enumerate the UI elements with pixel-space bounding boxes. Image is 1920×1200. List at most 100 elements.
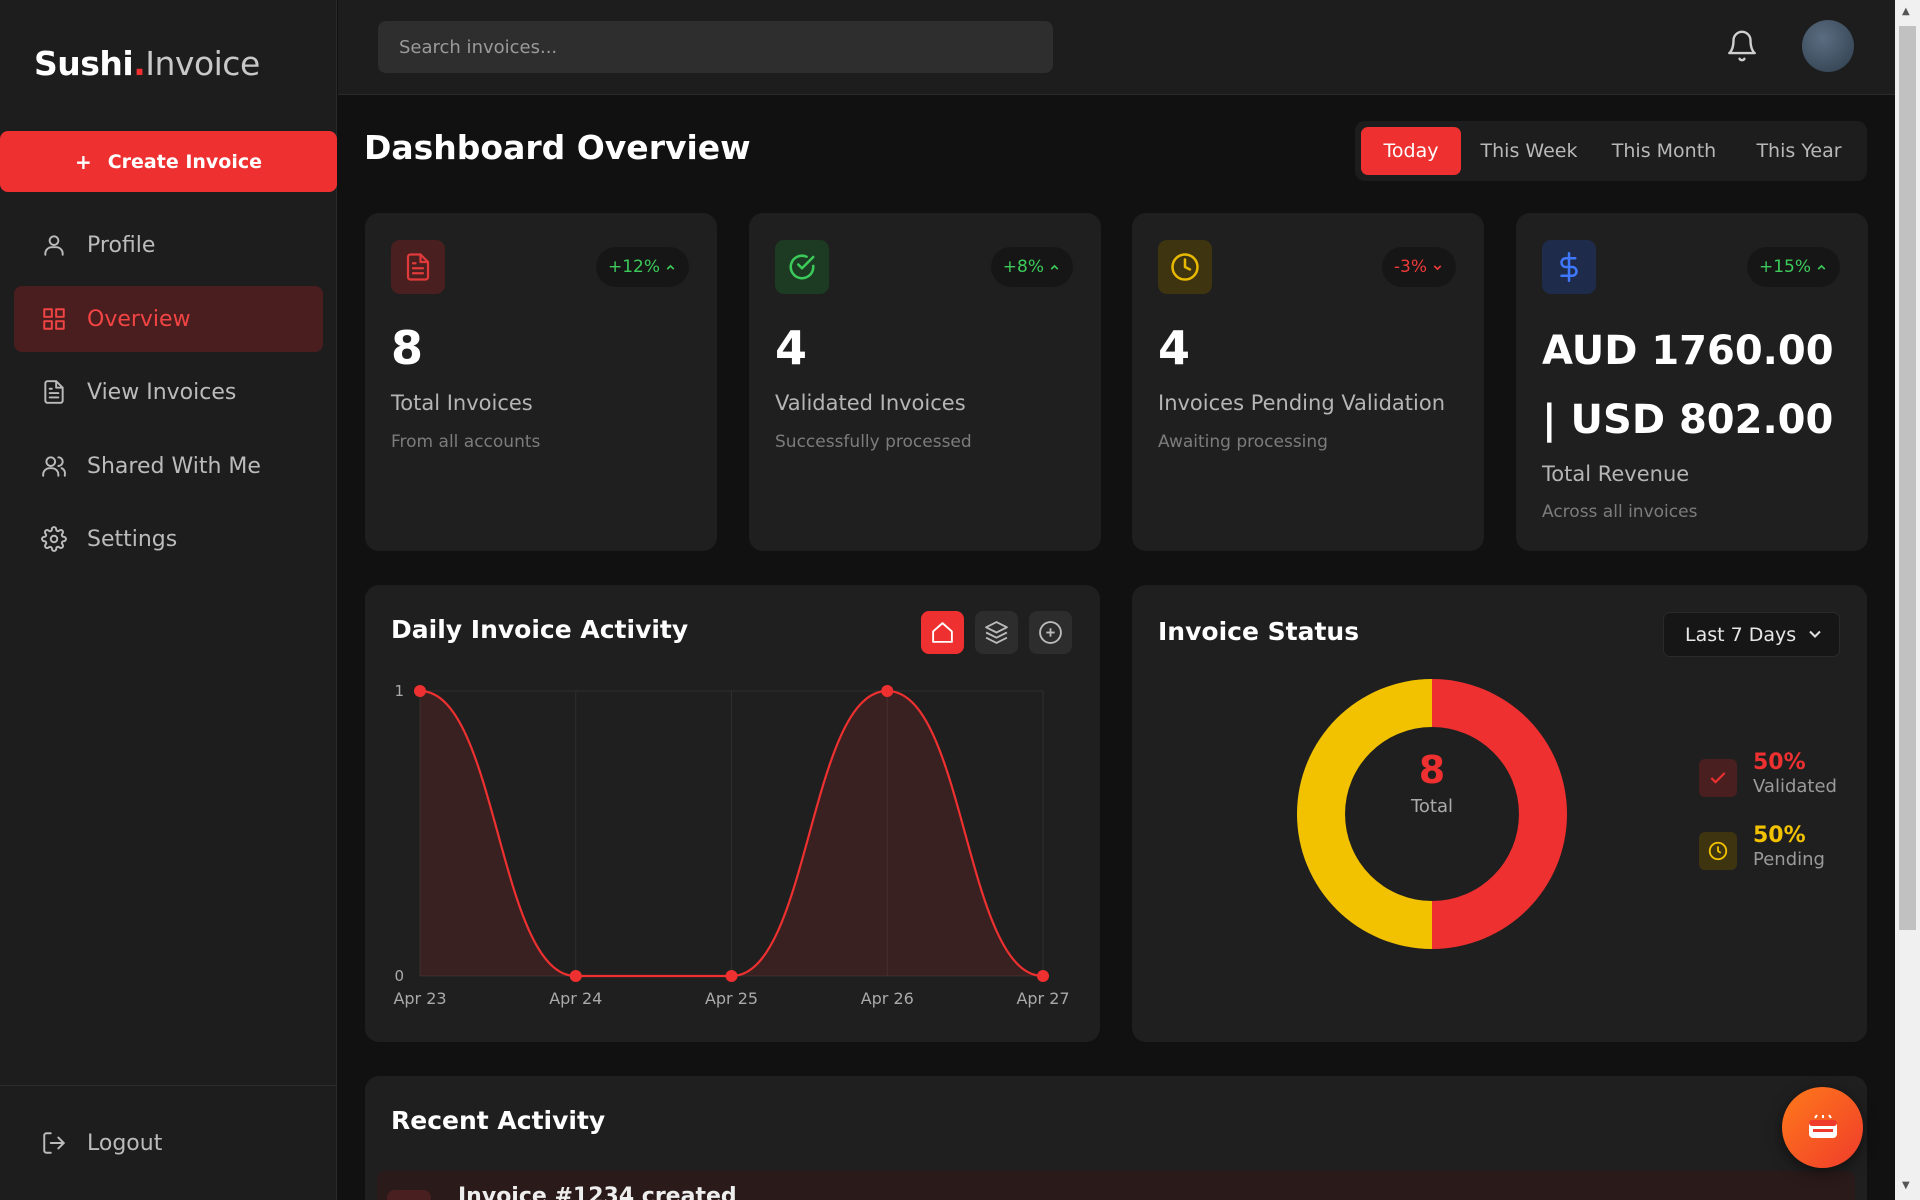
stat-value: 8 — [391, 321, 424, 375]
avatar[interactable] — [1802, 20, 1854, 72]
change-value: +15% — [1758, 257, 1811, 277]
period-this-week[interactable]: This Week — [1467, 127, 1591, 175]
legend-percent: 50% — [1753, 750, 1806, 775]
stat-value: 4 — [775, 321, 808, 375]
change-value: -3% — [1393, 257, 1427, 277]
sidebar-item-profile[interactable]: Profile — [14, 212, 323, 278]
recent-activity-card: Recent Activity Vi Invoice #1234 created — [365, 1076, 1867, 1200]
clock-icon — [1699, 832, 1737, 870]
x-tick-label: Apr 26 — [861, 989, 914, 1008]
data-point — [569, 970, 582, 982]
chevron-up-icon — [1050, 264, 1059, 270]
change-badge: -3% — [1381, 247, 1456, 287]
stat-label: Total Revenue — [1542, 462, 1690, 486]
check-icon — [1699, 759, 1737, 797]
activity-item-title: Invoice #1234 created — [458, 1184, 737, 1200]
stat-label: Invoices Pending Validation — [1158, 391, 1446, 415]
stat-subtext: Across all invoices — [1542, 502, 1698, 522]
logout-button[interactable]: Logout — [14, 1110, 323, 1176]
sidebar-item-overview[interactable]: Overview — [14, 286, 323, 352]
x-tick-label: Apr 23 — [393, 989, 446, 1008]
sidebar: Sushi.Invoice + Create Invoice Profile O… — [0, 0, 337, 1200]
sidebar-item-settings[interactable]: Settings — [14, 506, 323, 572]
stat-subtext: Awaiting processing — [1158, 432, 1328, 452]
sidebar-item-label: Shared With Me — [87, 453, 261, 479]
legend-label: Pending — [1753, 849, 1825, 870]
change-badge: +8% — [990, 247, 1073, 287]
legend-label: Validated — [1753, 776, 1837, 797]
period-today[interactable]: Today — [1361, 127, 1461, 175]
scroll-up-arrow[interactable]: ▲ — [1902, 6, 1910, 17]
sidebar-item-view-invoices[interactable]: View Invoices — [14, 359, 323, 425]
create-invoice-label: Create Invoice — [107, 150, 263, 173]
scroll-down-arrow[interactable]: ▼ — [1902, 1180, 1910, 1191]
activity-line-chart: Apr 23 Apr 24 Apr 25 Apr 26 Apr 27 0 1 — [393, 682, 1069, 1008]
donut-total-label: Total — [1410, 796, 1454, 817]
daily-activity-card: Daily Invoice Activity Apr 23 Apr 24 Apr 2… — [365, 585, 1100, 1042]
stat-card-validated-invoices: +8% 4 Validated Invoices Successfully pr… — [749, 213, 1101, 551]
stat-value: AUD 1760.00 | USD 802.00 — [1542, 328, 1834, 443]
app-logo[interactable]: Sushi.Invoice — [34, 44, 260, 83]
stat-label: Validated Invoices — [775, 391, 966, 415]
y-tick-label: 1 — [394, 682, 404, 700]
grid-icon — [43, 308, 65, 330]
change-badge: +12% — [595, 247, 689, 287]
document-icon — [391, 240, 445, 294]
check-circle-icon — [775, 240, 829, 294]
change-badge: +15% — [1746, 247, 1840, 287]
scrollbar-thumb[interactable] — [1899, 26, 1916, 930]
data-point — [881, 685, 894, 697]
change-value: +12% — [607, 257, 660, 277]
period-this-year[interactable]: This Year — [1737, 127, 1861, 175]
sushi-icon — [1808, 1113, 1837, 1138]
page-title: Dashboard Overview — [364, 128, 751, 167]
sidebar-item-label: Profile — [87, 232, 156, 258]
sidebar-item-shared-with-me[interactable]: Shared With Me — [14, 433, 323, 499]
scrollbar[interactable]: ▲ ▼ — [1895, 0, 1920, 1200]
sidebar-divider — [0, 1085, 337, 1086]
x-tick-label: Apr 25 — [705, 989, 758, 1008]
legend-percent: 50% — [1753, 823, 1806, 848]
period-this-month[interactable]: This Month — [1597, 127, 1731, 175]
document-icon — [44, 380, 64, 404]
logo-dot: . — [133, 44, 146, 83]
user-icon — [44, 235, 64, 256]
sidebar-item-label: Overview — [87, 306, 191, 332]
data-point — [725, 970, 738, 982]
invoice-status-card: Invoice Status Last 7 Days 8 Total 50% V… — [1132, 585, 1867, 1042]
stat-card-total-invoices: +12% 8 Total Invoices From all accounts — [365, 213, 717, 551]
x-tick-label: Apr 24 — [549, 989, 602, 1008]
logo-bold-text: Sushi — [34, 44, 134, 83]
chevron-up-icon — [1817, 264, 1826, 270]
data-point — [1037, 970, 1049, 982]
logout-label: Logout — [87, 1130, 163, 1156]
gear-icon — [41, 526, 67, 552]
chevron-up-icon — [666, 264, 675, 270]
chevron-down-icon — [1433, 264, 1442, 270]
logo-light-text: Invoice — [145, 44, 260, 83]
stat-label: Total Invoices — [391, 391, 533, 415]
document-icon — [387, 1190, 431, 1200]
users-icon — [42, 456, 66, 477]
plus-icon: + — [74, 149, 92, 174]
status-donut-chart — [1297, 679, 1567, 949]
stat-value: 4 — [1158, 321, 1191, 375]
sidebar-item-label: Settings — [87, 526, 178, 552]
x-tick-label: Apr 27 — [1016, 989, 1069, 1008]
clock-icon — [1158, 240, 1212, 294]
topbar — [338, 0, 1895, 95]
period-filter: Today This Week This Month This Year — [1355, 121, 1867, 181]
create-invoice-button[interactable]: + Create Invoice — [0, 131, 337, 192]
y-tick-label: 0 — [394, 967, 404, 985]
change-value: +8% — [1002, 257, 1044, 277]
stat-card-total-revenue: +15% AUD 1760.00 | USD 802.00 Total Reve… — [1516, 213, 1868, 551]
data-point — [414, 685, 426, 697]
bell-icon[interactable] — [1725, 28, 1759, 64]
sidebar-item-label: View Invoices — [87, 379, 237, 405]
dollar-icon — [1542, 240, 1596, 294]
search-input[interactable] — [378, 21, 1053, 73]
chat-fab-button[interactable] — [1782, 1087, 1863, 1168]
donut-total: 8 — [1418, 748, 1446, 792]
stat-subtext: Successfully processed — [775, 432, 972, 452]
activity-item[interactable]: Invoice #1234 created — [377, 1171, 1855, 1200]
